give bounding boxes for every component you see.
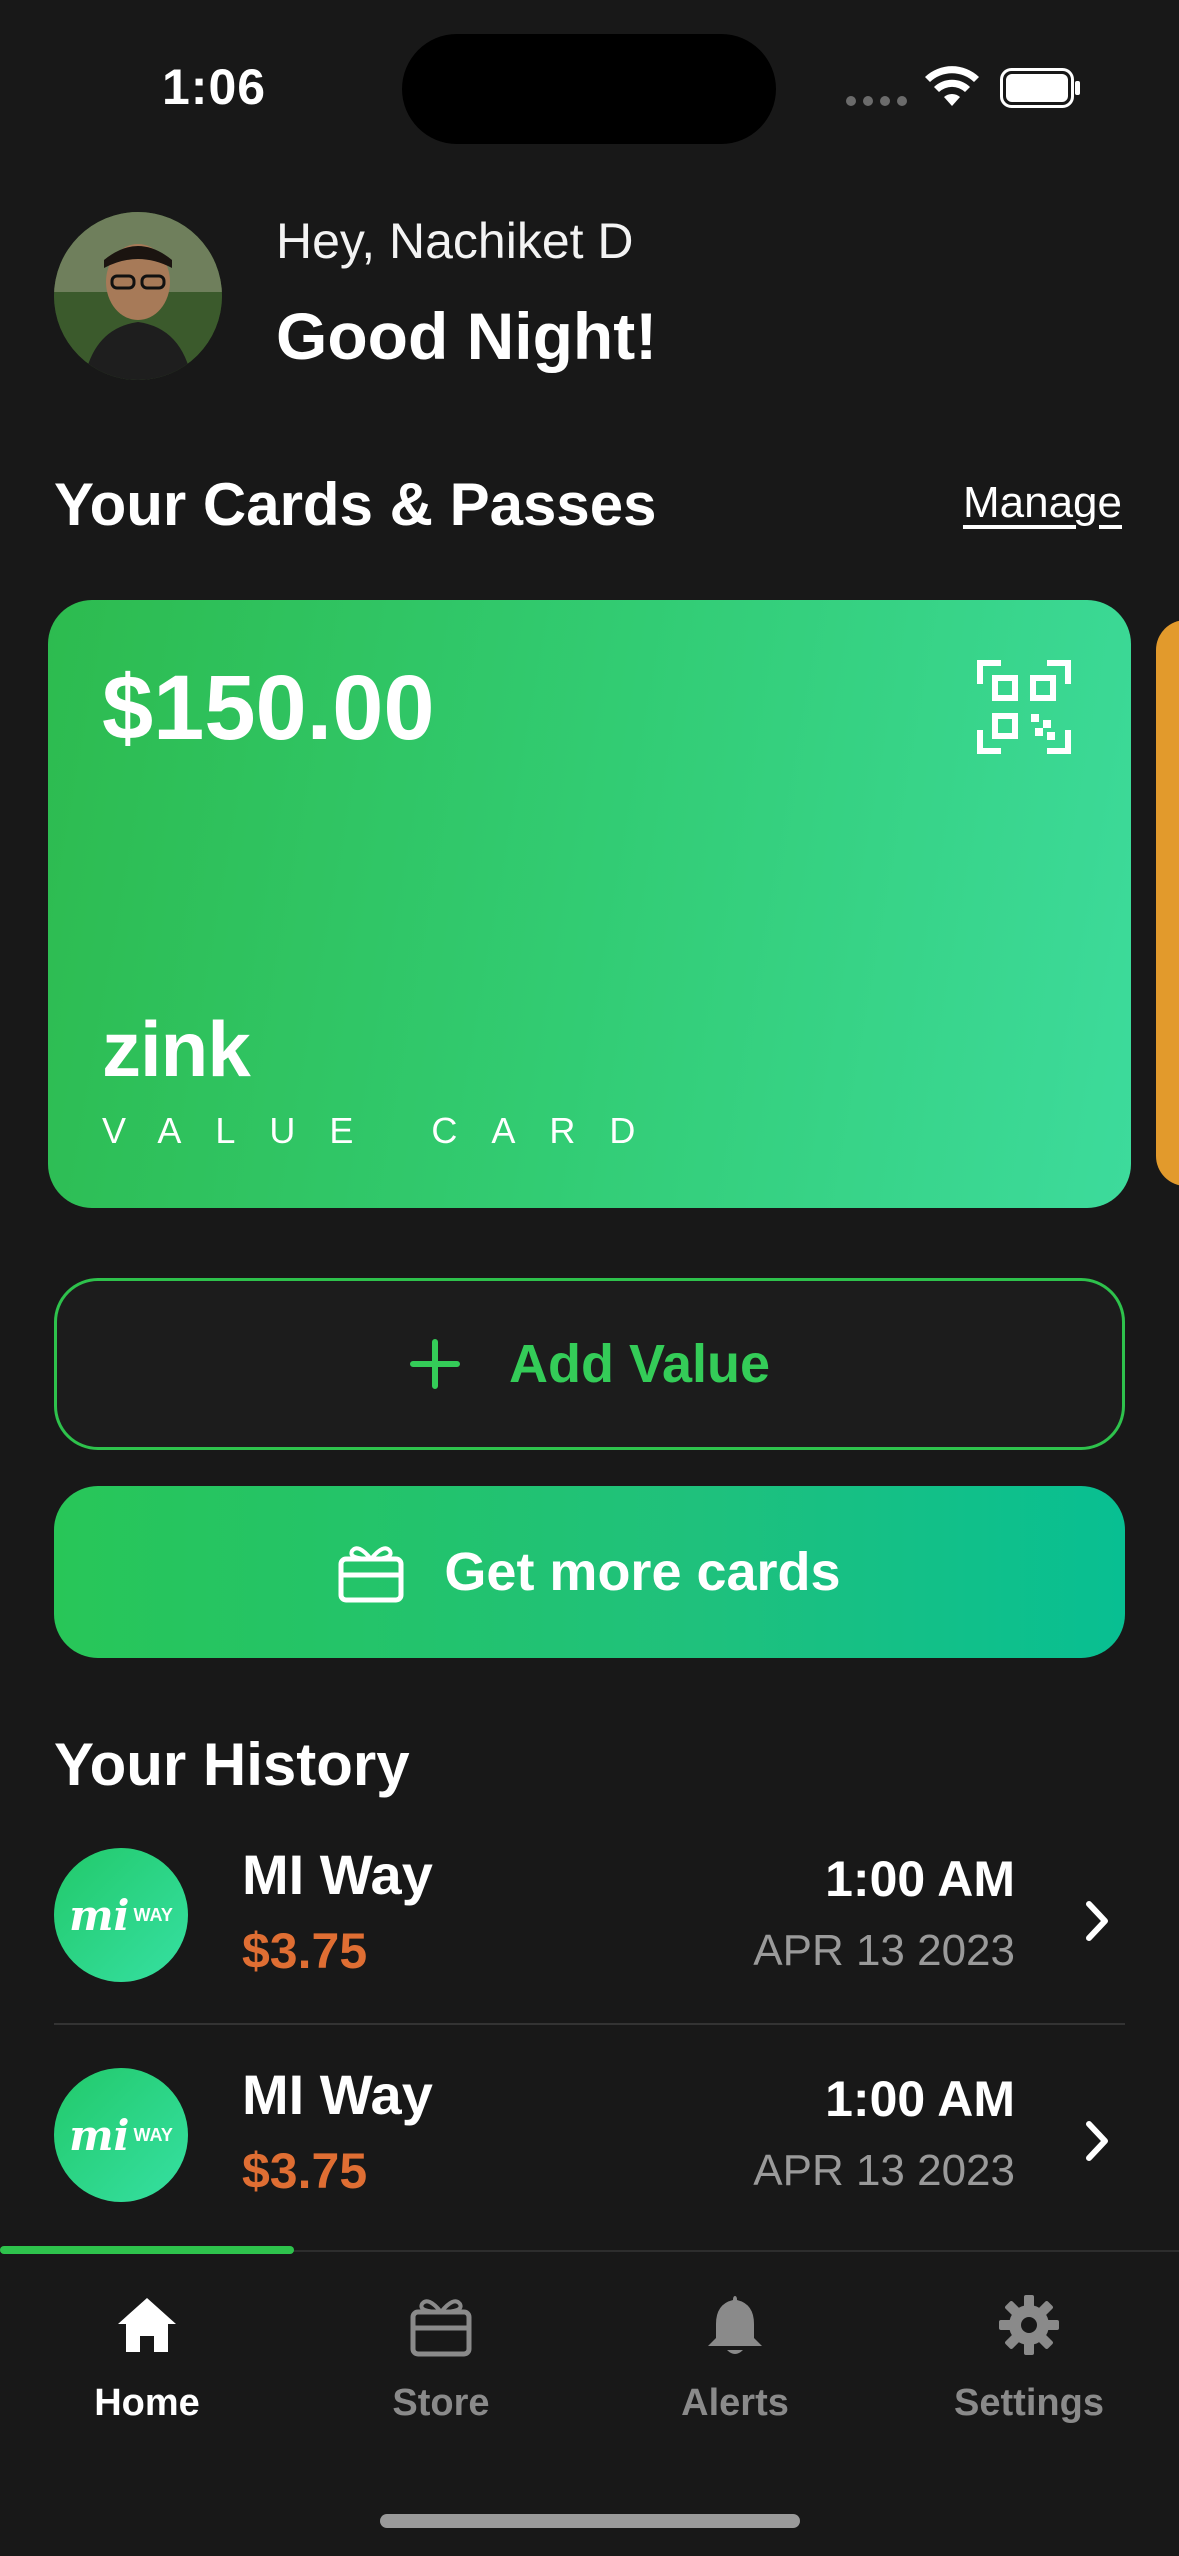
tab-alerts[interactable]: Alerts bbox=[588, 2292, 882, 2425]
tab-label: Store bbox=[392, 2382, 490, 2424]
get-more-cards-label: Get more cards bbox=[444, 1542, 841, 1602]
greeting-text: Hey, Nachiket D bbox=[276, 213, 634, 269]
history-amount: $3.75 bbox=[242, 1923, 368, 1979]
tab-bar: Home Store Alerts Settings bbox=[0, 2246, 1179, 2556]
profile-photo bbox=[54, 212, 222, 380]
wifi-icon bbox=[925, 66, 979, 106]
bell-icon bbox=[708, 2296, 762, 2354]
mi-way-logo: mi WAY bbox=[54, 2068, 188, 2202]
history-date: APR 13 2023 bbox=[753, 2146, 1015, 2195]
plus-icon bbox=[409, 1339, 460, 1389]
history-item[interactable]: mi WAY MI Way $3.75 1:00 AM APR 13 2023 bbox=[54, 2046, 1125, 2246]
tab-label: Alerts bbox=[681, 2382, 789, 2424]
status-time: 1:06 bbox=[162, 59, 267, 115]
cellular-signal-icon bbox=[846, 96, 907, 106]
home-icon bbox=[118, 2298, 176, 2352]
gear-icon bbox=[999, 2295, 1059, 2355]
avatar[interactable] bbox=[54, 212, 222, 380]
history-date: APR 13 2023 bbox=[753, 1926, 1015, 1975]
chevron-right-icon[interactable] bbox=[1077, 2116, 1117, 2166]
status-bar: 1:06 bbox=[0, 0, 1179, 180]
card-brand-logo: zink bbox=[102, 1005, 251, 1093]
history-divider bbox=[54, 2023, 1125, 2025]
gift-card-icon bbox=[338, 1546, 404, 1603]
cards-section-title: Your Cards & Passes bbox=[54, 471, 657, 538]
history-amount: $3.75 bbox=[242, 2143, 368, 2199]
history-item[interactable]: mi WAY MI Way $3.75 1:00 AM APR 13 2023 bbox=[54, 1826, 1125, 2026]
get-more-cards-button[interactable]: Get more cards bbox=[54, 1486, 1125, 1658]
gift-icon bbox=[410, 2299, 472, 2357]
tab-store[interactable]: Store bbox=[294, 2292, 588, 2425]
battery-icon bbox=[1000, 68, 1080, 108]
history-section-title: Your History bbox=[54, 1731, 410, 1798]
history-merchant: MI Way bbox=[242, 1843, 433, 1906]
history-merchant: MI Way bbox=[242, 2063, 433, 2126]
mi-way-logo: mi WAY bbox=[54, 1848, 188, 1982]
history-time: 1:00 AM bbox=[825, 2071, 1015, 2127]
chevron-right-icon[interactable] bbox=[1077, 1896, 1117, 1946]
home-indicator bbox=[380, 2514, 800, 2528]
qr-code-icon[interactable] bbox=[977, 660, 1071, 754]
dynamic-island bbox=[402, 34, 776, 144]
tab-label: Settings bbox=[954, 2382, 1104, 2424]
add-value-label: Add Value bbox=[508, 1334, 771, 1394]
active-tab-indicator bbox=[0, 2246, 294, 2254]
card-type-label: VALUE CARD bbox=[102, 1110, 670, 1151]
value-card[interactable]: $150.00 zink VALUE CARD bbox=[48, 600, 1131, 1208]
tab-home[interactable]: Home bbox=[0, 2292, 294, 2425]
tab-settings[interactable]: Settings bbox=[882, 2292, 1176, 2425]
manage-link[interactable]: Manage bbox=[963, 478, 1122, 528]
next-card-peek[interactable] bbox=[1156, 620, 1179, 1186]
add-value-button[interactable]: Add Value bbox=[54, 1278, 1125, 1450]
history-time: 1:00 AM bbox=[825, 1851, 1015, 1907]
card-balance: $150.00 bbox=[102, 657, 435, 759]
tab-label: Home bbox=[94, 2382, 200, 2424]
salutation-text: Good Night! bbox=[276, 299, 658, 373]
